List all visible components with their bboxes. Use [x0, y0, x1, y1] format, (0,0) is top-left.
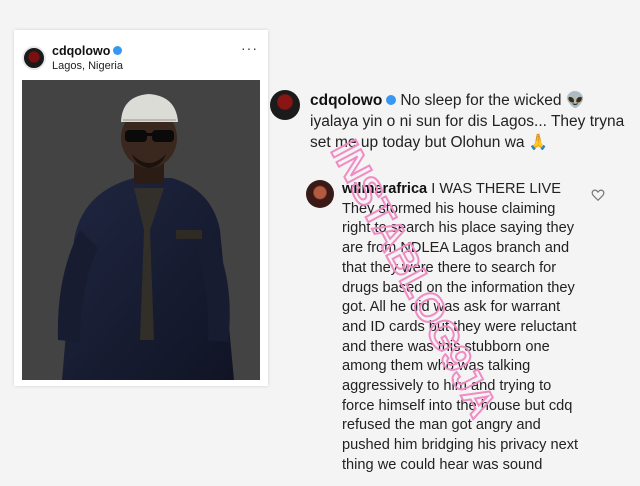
avatar[interactable] — [270, 90, 300, 120]
post-photo[interactable] — [22, 80, 260, 380]
caption-comment: cdqolowo No sleep for the wicked 👽 iyalay… — [310, 90, 630, 153]
verified-badge-icon — [386, 95, 397, 105]
like-heart-icon[interactable] — [591, 188, 605, 202]
instagram-post-card: cdqolowo Lagos, Nigeria ··· — [14, 30, 268, 386]
post-username-text[interactable]: cdqolowo — [52, 44, 110, 58]
reply-username[interactable]: wilmerafrica — [342, 181, 427, 197]
post-location[interactable]: Lagos, Nigeria — [52, 60, 123, 72]
reply-comment: wilmerafrica I WAS THERE LIVE They storm… — [342, 180, 582, 476]
reply-text: I WAS THERE LIVE They stormed his house … — [342, 181, 579, 473]
post-username[interactable]: cdqolowo — [52, 44, 123, 58]
avatar[interactable] — [22, 46, 46, 70]
person-photo-illustration — [22, 80, 260, 380]
verified-badge-icon — [113, 46, 123, 56]
avatar[interactable] — [306, 180, 334, 208]
caption-username[interactable]: cdqolowo — [310, 92, 382, 109]
post-header: cdqolowo Lagos, Nigeria ··· — [22, 40, 260, 76]
more-options-icon[interactable]: ··· — [241, 40, 258, 56]
